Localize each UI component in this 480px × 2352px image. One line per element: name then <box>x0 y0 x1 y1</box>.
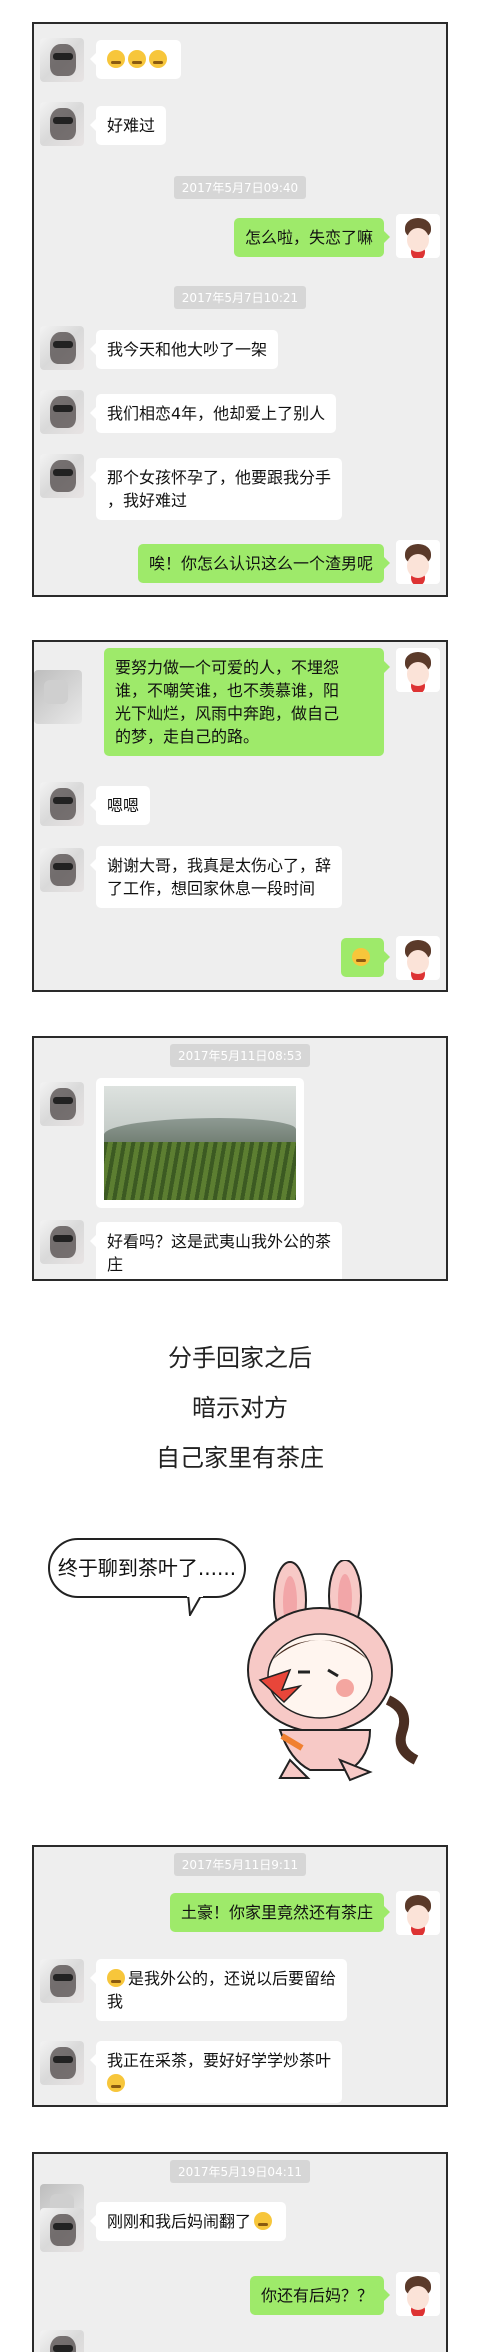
message-line: 谁，不嘲笑谁，也不羡慕谁，阳 <box>115 681 340 700</box>
message-timestamp: 2017年5月11日08:53 <box>34 1044 446 1067</box>
photo-tea-rows <box>104 1142 296 1200</box>
message-bubble[interactable]: 唉！你怎么认识这么一个渣男呢 <box>137 544 391 583</box>
own-avatar[interactable] <box>396 936 440 980</box>
message-bubble[interactable]: 我们相恋4年，他却爱上了别人 <box>89 394 337 433</box>
contact-avatar[interactable] <box>40 2330 84 2352</box>
message-bubble[interactable]: 是我外公的，还说以后要留给 我 <box>89 1959 348 2021</box>
chat-panel-1: 好难过 2017年5月7日09:40 怎么啦，失恋了嘛 2017年5月7日10:… <box>32 22 448 597</box>
message-bubble[interactable]: 我今天和他大吵了一架 <box>89 330 279 369</box>
message-line: 好看吗？这是武夷山我外公的茶 <box>107 1232 332 1251</box>
message-bubble[interactable]: 你还有后妈？？ <box>249 2276 391 2315</box>
contact-avatar[interactable] <box>34 670 82 724</box>
message-line: 是我外公的，还说以后要留给 <box>107 1967 336 1990</box>
message-line: 光下灿烂，风雨中奔跑，做自己 <box>115 704 340 723</box>
message-line: 了工作，想回家休息一段时间 <box>107 879 316 898</box>
message-bubble[interactable]: 我正在采茶，要好好学学炒茶叶 <box>89 2041 343 2103</box>
message-line: 我 <box>107 1992 124 2011</box>
message-bubble[interactable]: 好难过 <box>89 106 167 145</box>
message-bubble[interactable]: 土豪！你家里竟然还有茶庄 <box>169 1893 391 1932</box>
message-bubble[interactable] <box>90 40 181 79</box>
message-bubble[interactable]: 要努力做一个可爱的人，不埋怨 谁，不嘲笑谁，也不羡慕谁，阳 光下灿烂，风雨中奔跑… <box>104 648 390 756</box>
message-line: 谢谢大哥，我真是太伤心了，辞 <box>107 856 332 875</box>
own-avatar[interactable] <box>396 2272 440 2316</box>
message-line <box>107 2072 331 2095</box>
contact-avatar[interactable] <box>40 1220 84 1264</box>
chat-panel-2: 要努力做一个可爱的人，不埋怨 谁，不嘲笑谁，也不羡慕谁，阳 光下灿烂，风雨中奔跑… <box>32 640 448 992</box>
message-bubble[interactable]: 嗯嗯 <box>89 786 151 825</box>
caption-line: 暗示对方 <box>192 1394 288 1422</box>
upset-emoji-icon <box>149 50 167 68</box>
chat-panel-5: 2017年5月19日04:11 刚刚和我后妈闹翻了 你还有后妈？？ <box>32 2152 448 2352</box>
grin-emoji-icon <box>107 1969 125 1987</box>
message-line: 庄 <box>107 1255 124 1274</box>
contact-avatar[interactable] <box>40 38 84 82</box>
bunny-girl-cartoon-icon <box>247 1560 419 1782</box>
message-line: ，我好难过 <box>107 491 188 510</box>
contact-avatar[interactable] <box>40 454 84 498</box>
message-timestamp: 2017年5月7日09:40 <box>34 176 446 199</box>
caption-line: 自己家里有茶庄 <box>156 1444 324 1472</box>
message-bubble[interactable] <box>341 938 390 977</box>
message-bubble[interactable]: 怎么啦，失恋了嘛 <box>233 218 391 257</box>
message-line: 要努力做一个可爱的人，不埋怨 <box>115 658 340 677</box>
own-avatar[interactable] <box>396 1891 440 1935</box>
message-line: 我正在采茶，要好好学学炒茶叶 <box>107 2051 332 2070</box>
blush-emoji-icon <box>107 2074 125 2092</box>
own-avatar[interactable] <box>396 214 440 258</box>
caption-line: 分手回家之后 <box>168 1344 312 1372</box>
message-timestamp: 2017年5月19日04:11 <box>34 2160 446 2183</box>
message-bubble[interactable]: 好看吗？这是武夷山我外公的茶 庄 <box>89 1222 343 1279</box>
contact-avatar[interactable] <box>40 848 84 892</box>
speech-bubble-tail <box>186 1594 204 1616</box>
chat-panel-4: 2017年5月11日9:11 土豪！你家里竟然还有茶庄 是我外公的，还说以后要留… <box>32 1845 448 2107</box>
contact-avatar[interactable] <box>40 1959 84 2003</box>
message-bubble[interactable]: 刚刚和我后妈闹翻了 <box>89 2202 287 2241</box>
tea-plantation-photo[interactable] <box>96 1078 304 1208</box>
contact-avatar[interactable] <box>40 782 84 826</box>
smirk-emoji-icon <box>352 948 370 966</box>
contact-avatar[interactable] <box>40 102 84 146</box>
contact-avatar[interactable] <box>40 2208 84 2252</box>
own-avatar[interactable] <box>396 540 440 584</box>
contact-avatar[interactable] <box>40 390 84 434</box>
message-timestamp: 2017年5月11日9:11 <box>34 1853 446 1876</box>
message-timestamp: 2017年5月7日10:21 <box>34 286 446 309</box>
contact-avatar[interactable] <box>40 1082 84 1126</box>
chat-panel-3: 2017年5月11日08:53 好看吗？这是武夷山我外公的茶 庄 <box>32 1036 448 1281</box>
frown-emoji-icon <box>254 2212 273 2230</box>
speech-bubble: 终于聊到茶叶了...... <box>48 1538 246 1598</box>
message-bubble[interactable]: 那个女孩怀孕了，他要跟我分手 ，我好难过 <box>89 458 343 520</box>
contact-avatar[interactable] <box>40 2041 84 2085</box>
message-bubble[interactable]: 谢谢大哥，我真是太伤心了，辞 了工作，想回家休息一段时间 <box>89 846 343 908</box>
upset-emoji-icon <box>107 50 125 68</box>
message-line: 那个女孩怀孕了，他要跟我分手 <box>107 468 332 487</box>
own-avatar[interactable] <box>396 648 440 692</box>
contact-avatar[interactable] <box>40 326 84 370</box>
message-line: 的梦，走自己的路。 <box>115 727 260 746</box>
upset-emoji-icon <box>128 50 146 68</box>
